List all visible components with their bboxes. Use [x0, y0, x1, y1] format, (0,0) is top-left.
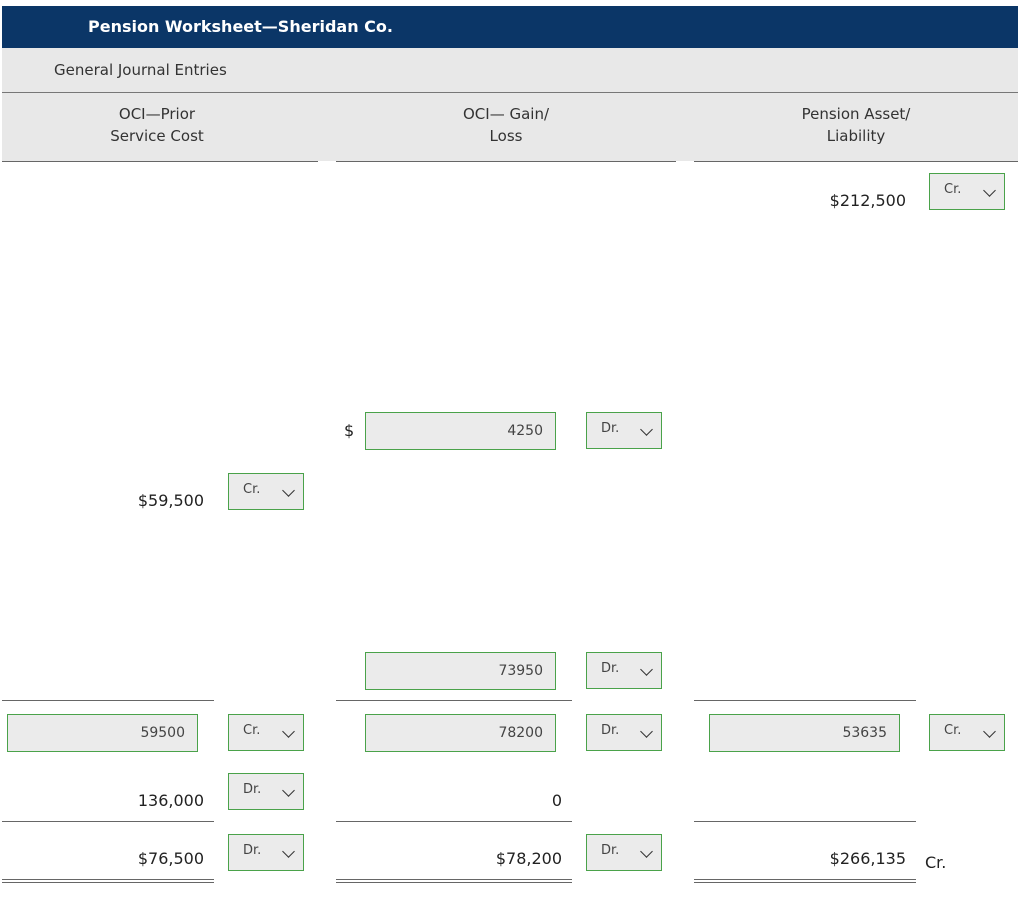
pension-beginning-select[interactable]: Cr. — [929, 173, 1005, 210]
gain-loss-input-2[interactable]: 73950 — [365, 652, 556, 690]
header-rule-psc — [2, 161, 318, 162]
double-rule-pension — [694, 879, 916, 883]
gain-loss-select-2-value: Dr. — [601, 661, 620, 676]
column-header-pension-line2: Liability — [826, 127, 886, 145]
chevron-down-icon — [640, 725, 653, 738]
chevron-down-icon — [282, 725, 295, 738]
gain-loss-select-2[interactable]: Dr. — [586, 652, 662, 689]
column-header-oci-psc-line2: Service Cost — [110, 127, 204, 145]
double-rule-psc — [2, 879, 214, 883]
pension-beginning-select-value: Cr. — [944, 182, 962, 197]
gl-ending-select[interactable]: Dr. — [586, 834, 662, 871]
pension-ending-suffix: Cr. — [925, 853, 947, 872]
pension-journal-input[interactable]: 53635 — [709, 714, 900, 752]
chevron-down-icon — [282, 484, 295, 497]
column-header-oci-psc-line1: OCI—Prior — [118, 105, 196, 123]
gl-journal-input[interactable]: 78200 — [365, 714, 556, 752]
header-rule-gl — [336, 161, 676, 162]
double-rule-gl — [336, 879, 572, 883]
psc-ending-select[interactable]: Dr. — [228, 834, 304, 871]
psc-balance-select-value: Dr. — [243, 782, 262, 797]
chevron-down-icon — [282, 845, 295, 858]
rule-pension-1 — [694, 700, 916, 701]
column-header-oci-gl-line1: OCI— Gain/ — [462, 105, 549, 123]
psc-entry-value: $59,500 — [137, 491, 204, 510]
worksheet-title: Pension Worksheet—Sheridan Co. — [88, 17, 393, 36]
column-header-oci-gl-line2: Loss — [489, 127, 523, 145]
gl-ending-select-value: Dr. — [601, 843, 620, 858]
psc-balance-select[interactable]: Dr. — [228, 773, 304, 810]
journal-entries-header: General Journal Entries — [2, 48, 1018, 93]
chevron-down-icon — [983, 725, 996, 738]
rule-pension-2 — [694, 821, 916, 822]
psc-ending-value: $76,500 — [137, 849, 204, 868]
column-header-oci-gl: OCI— Gain/ Loss — [318, 93, 676, 161]
pension-beginning-value: $212,500 — [829, 191, 906, 210]
gain-loss-input[interactable]: 4250 — [365, 412, 556, 450]
psc-journal-select[interactable]: Cr. — [228, 714, 304, 751]
gl-journal-select-value: Dr. — [601, 723, 620, 738]
rule-psc-1 — [2, 700, 214, 701]
psc-journal-input[interactable]: 59500 — [7, 714, 198, 752]
gain-loss-select-value: Dr. — [601, 421, 620, 436]
worksheet-title-bar: Pension Worksheet—Sheridan Co. — [2, 6, 1018, 48]
header-rule-pension — [694, 161, 1018, 162]
rule-gl-1 — [336, 700, 572, 701]
chevron-down-icon — [983, 184, 996, 197]
gl-ending-value: $78,200 — [495, 849, 562, 868]
column-header-pension-line1: Pension Asset/ — [801, 105, 911, 123]
rule-psc-2 — [2, 821, 214, 822]
chevron-down-icon — [640, 845, 653, 858]
pension-ending-value: $266,135 — [829, 849, 906, 868]
psc-entry-select-value: Cr. — [243, 482, 261, 497]
gl-balance-value: 0 — [551, 791, 562, 810]
chevron-down-icon — [640, 663, 653, 676]
chevron-down-icon — [640, 423, 653, 436]
journal-entries-label: General Journal Entries — [54, 61, 227, 79]
currency-symbol: $ — [344, 421, 355, 440]
gain-loss-select[interactable]: Dr. — [586, 412, 662, 449]
column-header-oci-psc: OCI—Prior Service Cost — [2, 93, 318, 161]
psc-ending-select-value: Dr. — [243, 843, 262, 858]
psc-balance-value: 136,000 — [137, 791, 204, 810]
chevron-down-icon — [282, 784, 295, 797]
rule-gl-2 — [336, 821, 572, 822]
column-header-pension: Pension Asset/ Liability — [676, 93, 1018, 161]
pension-journal-select[interactable]: Cr. — [929, 714, 1005, 751]
gl-journal-select[interactable]: Dr. — [586, 714, 662, 751]
pension-journal-select-value: Cr. — [944, 723, 962, 738]
psc-journal-select-value: Cr. — [243, 723, 261, 738]
psc-entry-select[interactable]: Cr. — [228, 473, 304, 510]
